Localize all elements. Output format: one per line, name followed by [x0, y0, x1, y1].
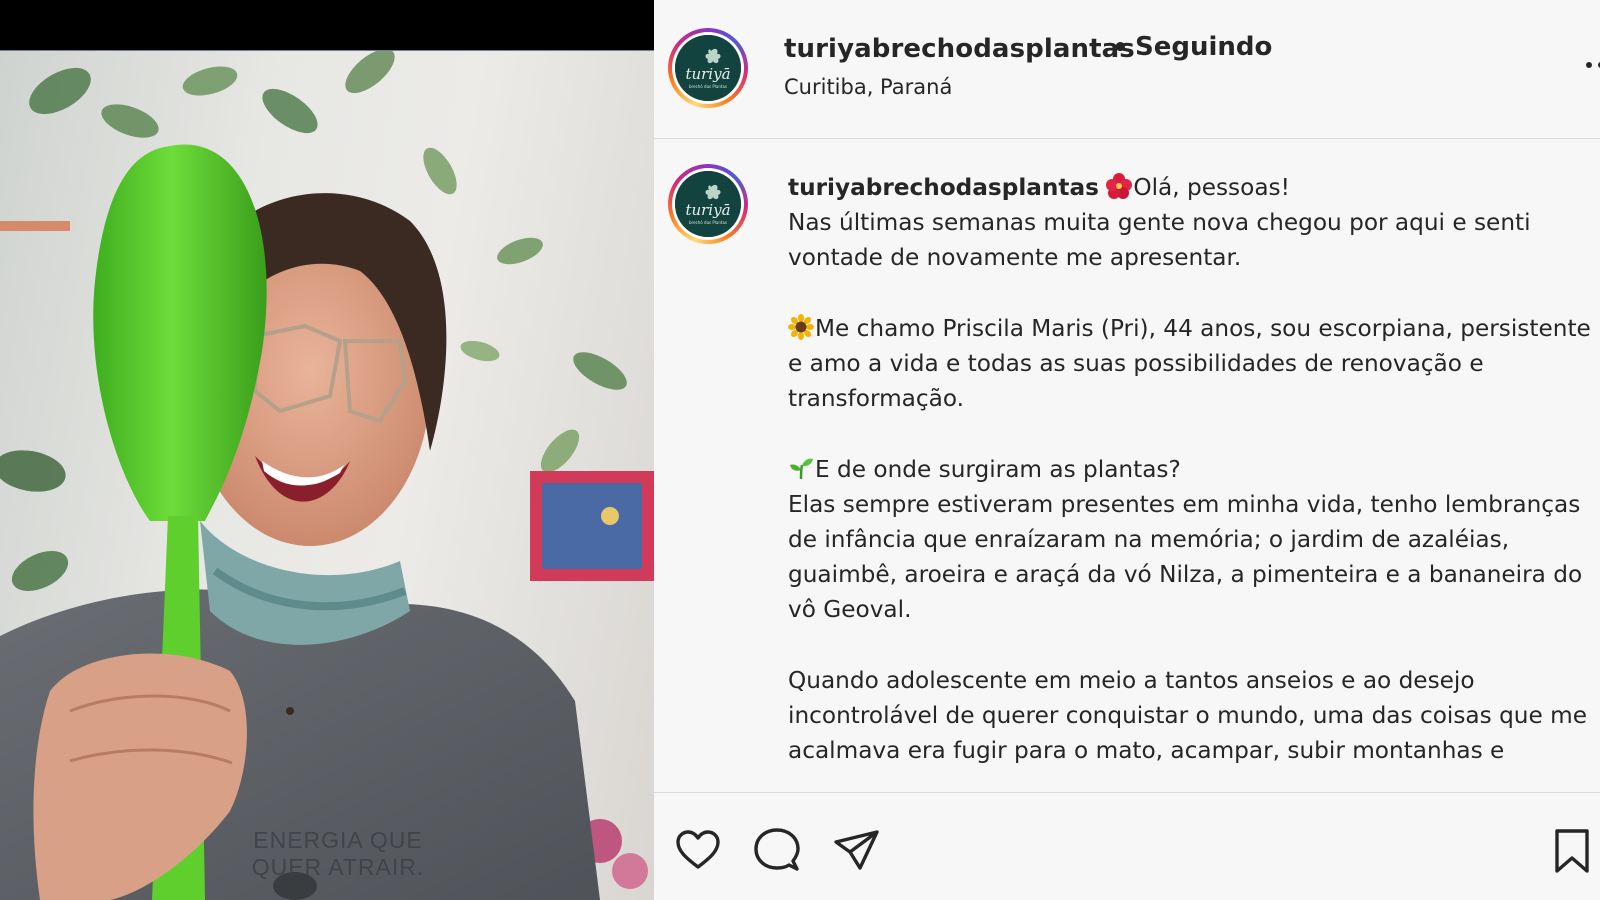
- caption-text-6: Quando adolescente em meio a tantos anse…: [788, 666, 1587, 765]
- caption-username[interactable]: turiyabrechodasplantas: [788, 174, 1099, 201]
- caption-paragraph-4: Quando adolescente em meio a tantos anse…: [788, 663, 1594, 769]
- post-photo[interactable]: ENERGIA QUE QUER ATRAIR.: [0, 51, 654, 900]
- shirt-text-line1: ENERGIA QUE: [253, 827, 423, 853]
- caption-paragraph-3: E de onde surgiram as plantas? Elas semp…: [788, 452, 1594, 628]
- post-header: turiyā brechó das Plantas turiyabrechoda…: [654, 0, 1600, 139]
- bookmark-icon[interactable]: [1552, 827, 1592, 875]
- caption-text-5: Elas sempre estiveram presentes em minha…: [788, 490, 1583, 624]
- caption-text-2: Nas últimas semanas muita gente nova che…: [788, 209, 1531, 272]
- caption-area: turiyā brechó das Plantas turiyabrechoda…: [654, 140, 1600, 792]
- turiya-logo-icon: turiyā brechó das Plantas: [675, 171, 741, 237]
- seedling-emoji-icon: [790, 458, 813, 479]
- comment-icon[interactable]: [753, 827, 801, 875]
- caption-paragraph-1: turiyabrechodasplantas Olá, pessoas! Nas…: [788, 170, 1594, 276]
- header-separator: •: [1112, 33, 1129, 63]
- caption-text-3: Me chamo Priscila Maris (Pri), 44 anos, …: [788, 314, 1591, 413]
- more-options-icon[interactable]: [1582, 58, 1600, 72]
- caption-paragraph-2: Me chamo Priscila Maris (Pri), 44 anos, …: [788, 311, 1594, 417]
- media-top-bar: [0, 0, 654, 51]
- header-avatar[interactable]: turiyā brechó das Plantas: [668, 28, 748, 108]
- logo-subtext: brechó das Plantas: [689, 84, 727, 89]
- post-location[interactable]: Curitiba, Paraná: [784, 75, 952, 99]
- logo-text: turiyā: [685, 65, 730, 83]
- hibiscus-emoji-icon: [1106, 173, 1133, 199]
- sunflower-emoji-icon: [788, 313, 814, 340]
- shirt-text: ENERGIA QUE QUER ATRAIR.: [238, 827, 438, 881]
- post-actions-bar: [654, 792, 1600, 900]
- turiya-logo-icon: turiyā brechó das Plantas: [675, 35, 741, 101]
- heart-icon[interactable]: [674, 827, 722, 875]
- logo-text: turiyā: [685, 201, 730, 219]
- photo-illustration: [0, 51, 654, 900]
- post-media[interactable]: ENERGIA QUE QUER ATRAIR.: [0, 0, 654, 900]
- caption-text-4: E de onde surgiram as plantas?: [815, 455, 1181, 483]
- caption-avatar[interactable]: turiyā brechó das Plantas: [668, 164, 748, 244]
- follow-status-button[interactable]: Seguindo: [1135, 32, 1272, 62]
- header-username[interactable]: turiyabrechodasplantas: [784, 34, 1135, 64]
- post-caption: turiyabrechodasplantas Olá, pessoas! Nas…: [788, 170, 1594, 792]
- share-icon[interactable]: [832, 827, 880, 875]
- logo-subtext: brechó das Plantas: [689, 220, 727, 225]
- shirt-text-line2: QUER ATRAIR.: [251, 854, 425, 880]
- post-side-panel: turiyā brechó das Plantas turiyabrechoda…: [654, 0, 1600, 900]
- caption-text-1: Olá, pessoas!: [1133, 174, 1290, 201]
